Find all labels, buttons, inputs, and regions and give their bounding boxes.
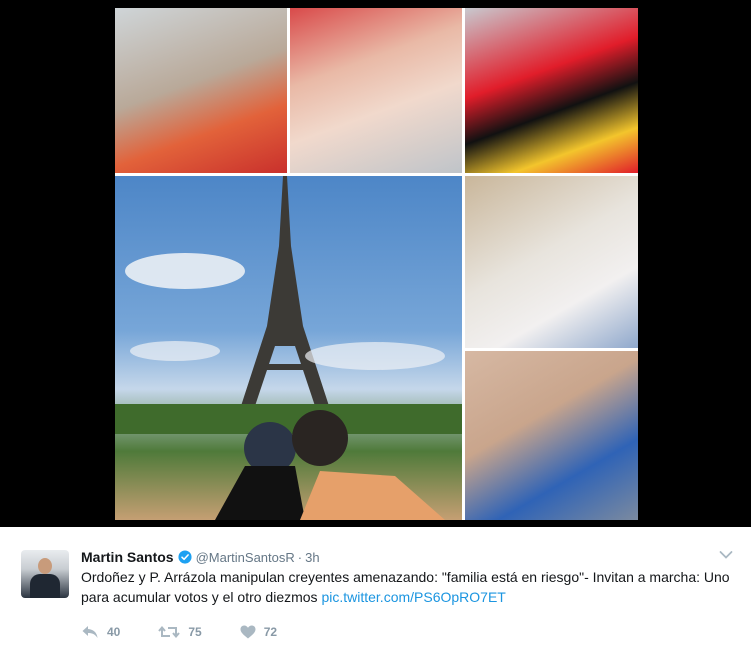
retweet-icon: [158, 625, 181, 639]
photo-couple-ship-sunglasses: [465, 8, 638, 173]
tweet-media-link[interactable]: pic.twitter.com/PS6OpRO7ET: [321, 589, 505, 605]
media-viewer: [0, 0, 751, 527]
eiffel-tower-shape: [115, 176, 462, 520]
avatar-body: [30, 574, 60, 598]
photo-collage[interactable]: [115, 8, 638, 520]
tweet-text: Ordoñez y P. Arrázola manipulan creyente…: [81, 567, 741, 607]
separator-dot: ·: [297, 549, 303, 565]
tweet-card[interactable]: Martin Santos @MartinSantosR · 3h Ordoñe…: [0, 527, 751, 666]
photo-couple-kiss-eiffel-tower: [115, 176, 462, 520]
avatar[interactable]: [21, 550, 69, 598]
retweet-count: 75: [188, 625, 202, 639]
avatar-head: [38, 558, 52, 574]
photo-couple-selfie-carnival: [290, 8, 462, 173]
author-handle[interactable]: @MartinSantosR: [196, 550, 295, 565]
photo-couple-orange-selfie: [115, 8, 287, 173]
author-name[interactable]: Martin Santos: [81, 549, 174, 565]
photo-man-smiling-closeup: [465, 176, 638, 348]
photo-couple-standing-brick-wall: [465, 351, 638, 520]
like-count: 72: [263, 625, 278, 639]
retweet-button[interactable]: 75: [158, 625, 202, 639]
tweet-timestamp[interactable]: 3h: [305, 550, 319, 565]
reply-count: 40: [107, 625, 121, 639]
tweet-actions: 40 75 72: [81, 625, 315, 639]
reply-button[interactable]: 40: [81, 625, 120, 639]
chevron-down-icon[interactable]: [719, 550, 733, 560]
tweet-header: Martin Santos @MartinSantosR · 3h: [81, 548, 320, 566]
reply-icon: [82, 626, 98, 638]
like-button[interactable]: 72: [240, 625, 277, 639]
heart-icon: [240, 625, 256, 639]
verified-badge-icon: [178, 550, 192, 564]
